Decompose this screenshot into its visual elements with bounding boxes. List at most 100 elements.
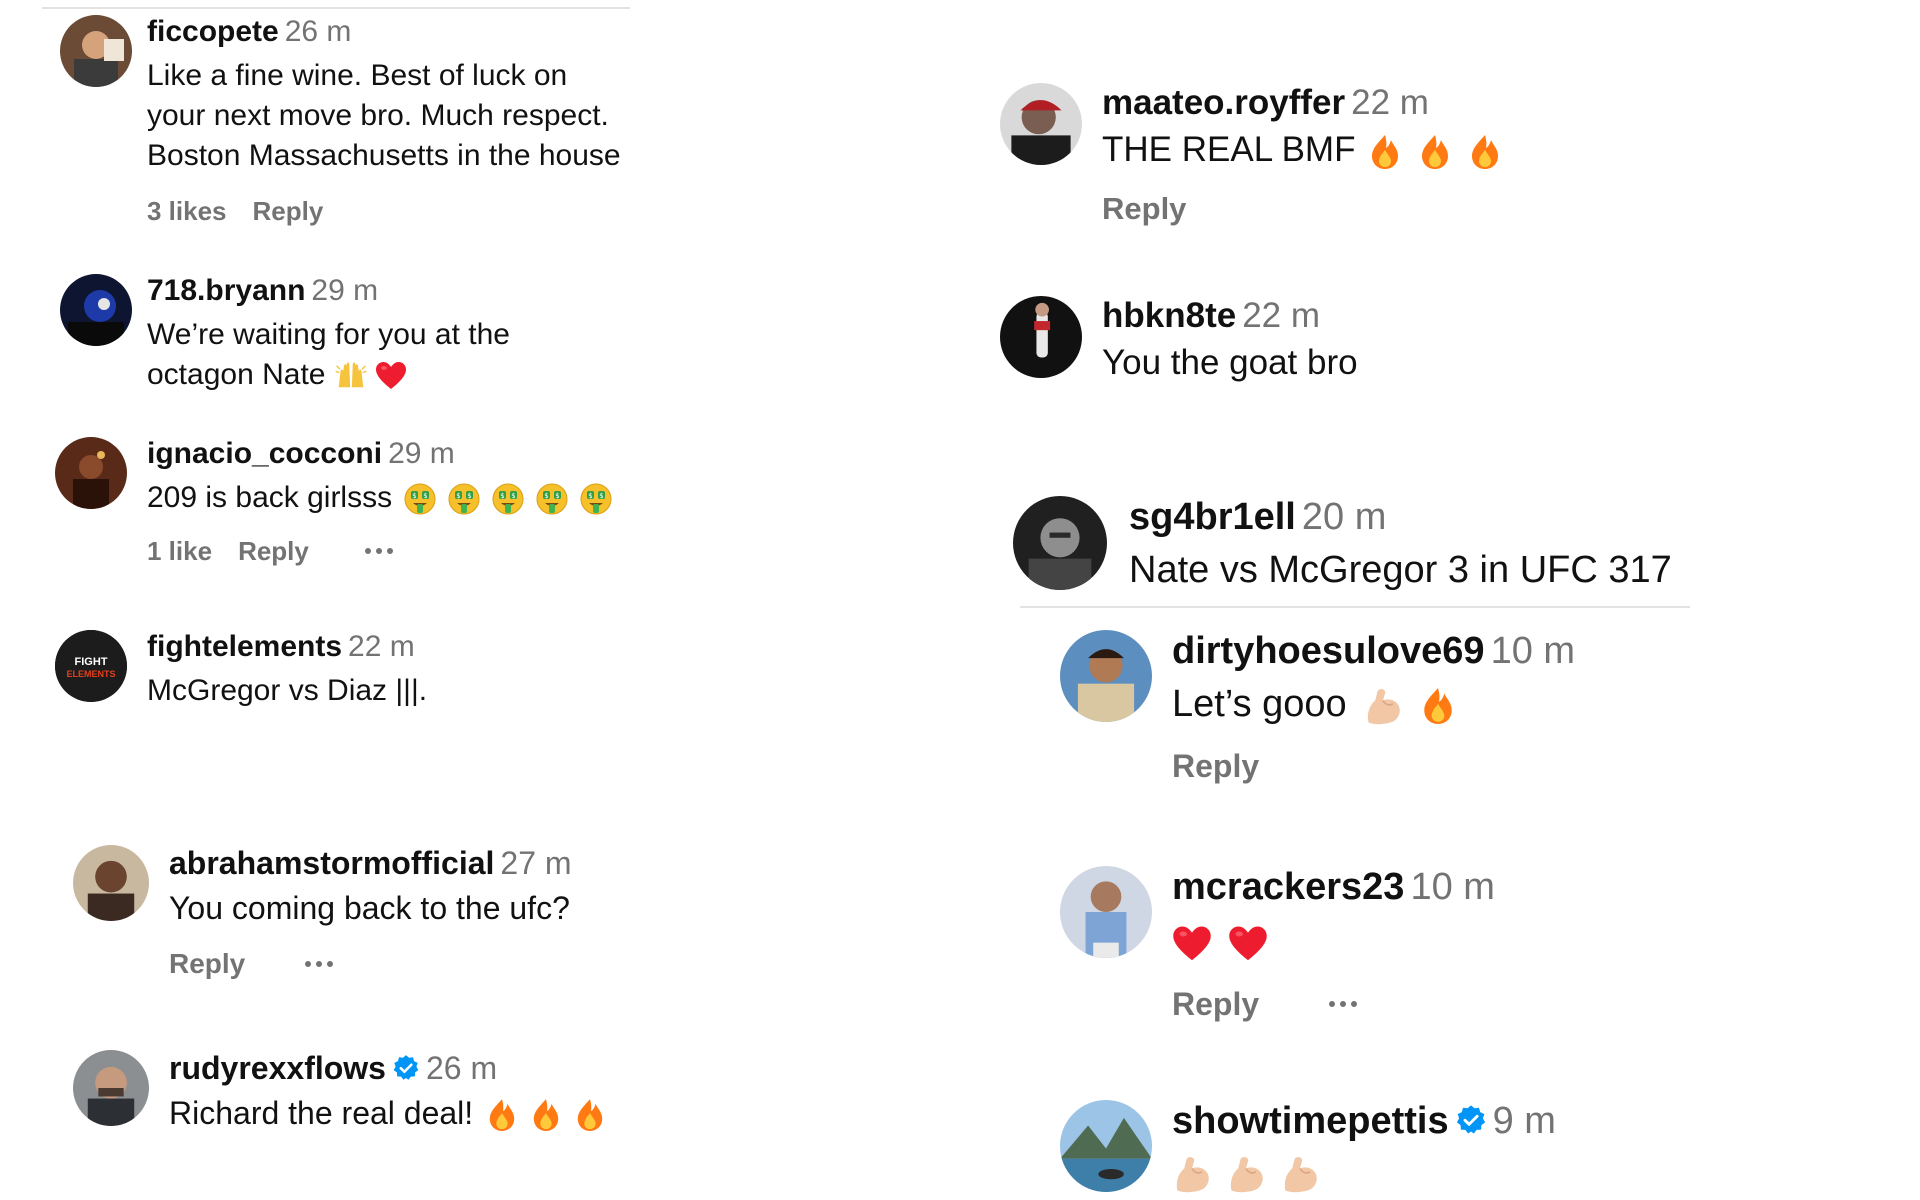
comment-time: 10 m (1410, 866, 1495, 908)
reply-button[interactable]: Reply (1172, 986, 1259, 1023)
reply-button[interactable]: Reply (238, 536, 309, 567)
fight-elements-logo[interactable]: FIGHT ELEMENTS (55, 630, 127, 702)
user-avatar-photo[interactable] (1060, 866, 1152, 958)
verified-badge-icon (1455, 1104, 1487, 1136)
comment-text: THE REAL BMF (1102, 127, 1501, 173)
comment-header: ficcopete 26 m (147, 15, 621, 50)
comment-header: showtimepettis 9 m (1172, 1100, 1556, 1144)
comment-header: hbkn8te 22 m (1102, 296, 1358, 336)
comment-header: ignacio_cocconi 29 m (147, 437, 612, 472)
comment-header: abrahamstormofficial 27 m (169, 845, 572, 882)
comment-time: 26 m (425, 1050, 498, 1086)
user-avatar-photo[interactable] (55, 437, 127, 509)
comment-text: We’re waiting for you at the octagon Nat… (147, 315, 510, 395)
top-divider (42, 7, 630, 9)
comment-time: 26 m (284, 15, 352, 48)
comment-text: 209 is back girlsss (147, 478, 612, 518)
comment-718-bryann: 718.bryann 29 m We’re waiting for you at … (60, 274, 650, 394)
user-avatar-photo[interactable] (1060, 630, 1152, 722)
fire-emoji (575, 1098, 605, 1132)
comment-text-content: THE REAL BMF (1102, 130, 1356, 170)
comments-page: ficcopete 26 m Like a fine wine. Best of … (0, 0, 1920, 1200)
comment-time: 22 m (1242, 296, 1321, 335)
comment-rudyrexxflows: rudyrexxflows 26 m Richard the real deal! (73, 1050, 673, 1150)
comment-actions: Reply (1172, 986, 1495, 1023)
fire-emoji (1369, 134, 1401, 170)
comment-fightelements: FIGHT ELEMENTS fightelements 22 m McGregor… (55, 630, 655, 720)
username-link[interactable]: fightelements (147, 630, 342, 663)
comment-time: 9 m (1492, 1100, 1556, 1142)
username-link[interactable]: mcrackers23 (1172, 866, 1404, 908)
comment-text: Like a fine wine. Best of luck on your n… (147, 58, 621, 172)
user-avatar-photo[interactable] (1000, 296, 1082, 378)
fire-emoji (531, 1098, 561, 1132)
red-heart-emoji (375, 361, 407, 391)
comment-text: You the goat bro (1102, 343, 1358, 383)
username-link[interactable]: showtimepettis (1172, 1100, 1449, 1142)
more-options-icon[interactable] (1325, 997, 1361, 1011)
reply-button[interactable]: Reply (169, 948, 245, 980)
comment-text: McGregor vs Diaz |||. (147, 673, 428, 707)
user-avatar-photo[interactable] (1013, 496, 1107, 590)
comment-header: 718.bryann 29 m (147, 274, 510, 309)
username-link[interactable]: ignacio_cocconi (147, 437, 382, 470)
user-avatar-photo[interactable] (73, 1050, 149, 1126)
comment-time: 22 m (1351, 83, 1429, 122)
comment-text-content: We’re waiting for you at the octagon Nat… (147, 317, 510, 391)
user-avatar-photo[interactable] (1060, 1100, 1152, 1192)
comment-abrahamstormofficial: abrahamstormofficial 27 m You coming back… (73, 845, 673, 995)
username-link[interactable]: ficcopete (147, 15, 279, 48)
username-link[interactable]: rudyrexxflows (169, 1050, 386, 1086)
money-mouth-face-emoji (580, 483, 612, 515)
comment-text: Richard the real deal! (169, 1093, 605, 1133)
svg-text:ELEMENTS: ELEMENTS (66, 669, 115, 679)
comment-ficcopete: ficcopete 26 m Like a fine wine. Best of … (60, 15, 650, 230)
user-avatar-photo[interactable] (1000, 83, 1082, 165)
comment-actions: Reply (1102, 191, 1501, 227)
comment-dirtyhoesulove69: dirtyhoesulove69 10 m Let’s gooo Reply (1060, 630, 1710, 810)
username-link[interactable]: 718.bryann (147, 274, 305, 307)
likes-count[interactable]: 1 like (147, 536, 212, 567)
comment-actions: 1 like Reply (147, 536, 612, 567)
username-link[interactable]: maateo.royffer (1102, 83, 1345, 122)
more-options-icon[interactable] (361, 544, 397, 558)
reply-button[interactable]: Reply (1172, 748, 1259, 785)
red-heart-emoji (1172, 925, 1212, 963)
comment-time: 20 m (1301, 496, 1387, 538)
reply-button[interactable]: Reply (253, 196, 324, 227)
comment-time: 29 m (311, 274, 379, 307)
red-heart-emoji (1228, 925, 1268, 963)
comment-text: You coming back to the ufc? (169, 889, 570, 926)
comment-time: 10 m (1490, 630, 1576, 672)
money-mouth-face-emoji (492, 483, 524, 515)
comment-maateo-royffer: maateo.royffer 22 m THE REAL BMF Reply (1000, 83, 1700, 253)
user-avatar-photo[interactable] (60, 274, 132, 346)
user-avatar-photo[interactable] (60, 15, 132, 87)
comment-hbkn8te: hbkn8te 22 m You the goat bro (1000, 296, 1700, 396)
comment-text-content: 209 is back girlsss (147, 480, 393, 514)
flexed-biceps-emoji (1363, 687, 1403, 725)
username-link[interactable]: sg4br1ell (1129, 496, 1296, 538)
money-mouth-face-emoji (536, 483, 568, 515)
username-link[interactable]: dirtyhoesulove69 (1172, 630, 1485, 672)
comment-sg4br1ell: sg4br1ell 20 m Nate vs McGregor 3 in UFC … (1013, 496, 1713, 606)
comment-header: fightelements 22 m (147, 630, 427, 665)
comment-ignacio-cocconi: ignacio_cocconi 29 m 209 is back girlsss … (55, 437, 655, 587)
raising-hands-emoji (335, 361, 367, 391)
flexed-biceps-emoji (1172, 1155, 1212, 1193)
username-link[interactable]: abrahamstormofficial (169, 845, 494, 881)
comment-text: Let’s gooo (1172, 680, 1575, 728)
comment-text (1172, 1148, 1556, 1196)
reply-button[interactable]: Reply (1102, 191, 1186, 227)
money-mouth-face-emoji (404, 483, 436, 515)
comment-time: 29 m (388, 437, 455, 470)
likes-count[interactable]: 3 likes (147, 196, 227, 227)
thread-divider (1020, 606, 1690, 608)
comment-header: sg4br1ell 20 m (1129, 496, 1672, 540)
comment-showtimepettis: showtimepettis 9 m (1060, 1100, 1710, 1200)
fire-emoji (1419, 134, 1451, 170)
user-avatar-photo[interactable] (73, 845, 149, 921)
more-options-icon[interactable] (301, 957, 337, 971)
username-link[interactable]: hbkn8te (1102, 296, 1236, 335)
comment-mcrackers23: mcrackers23 10 m Reply (1060, 866, 1710, 1056)
